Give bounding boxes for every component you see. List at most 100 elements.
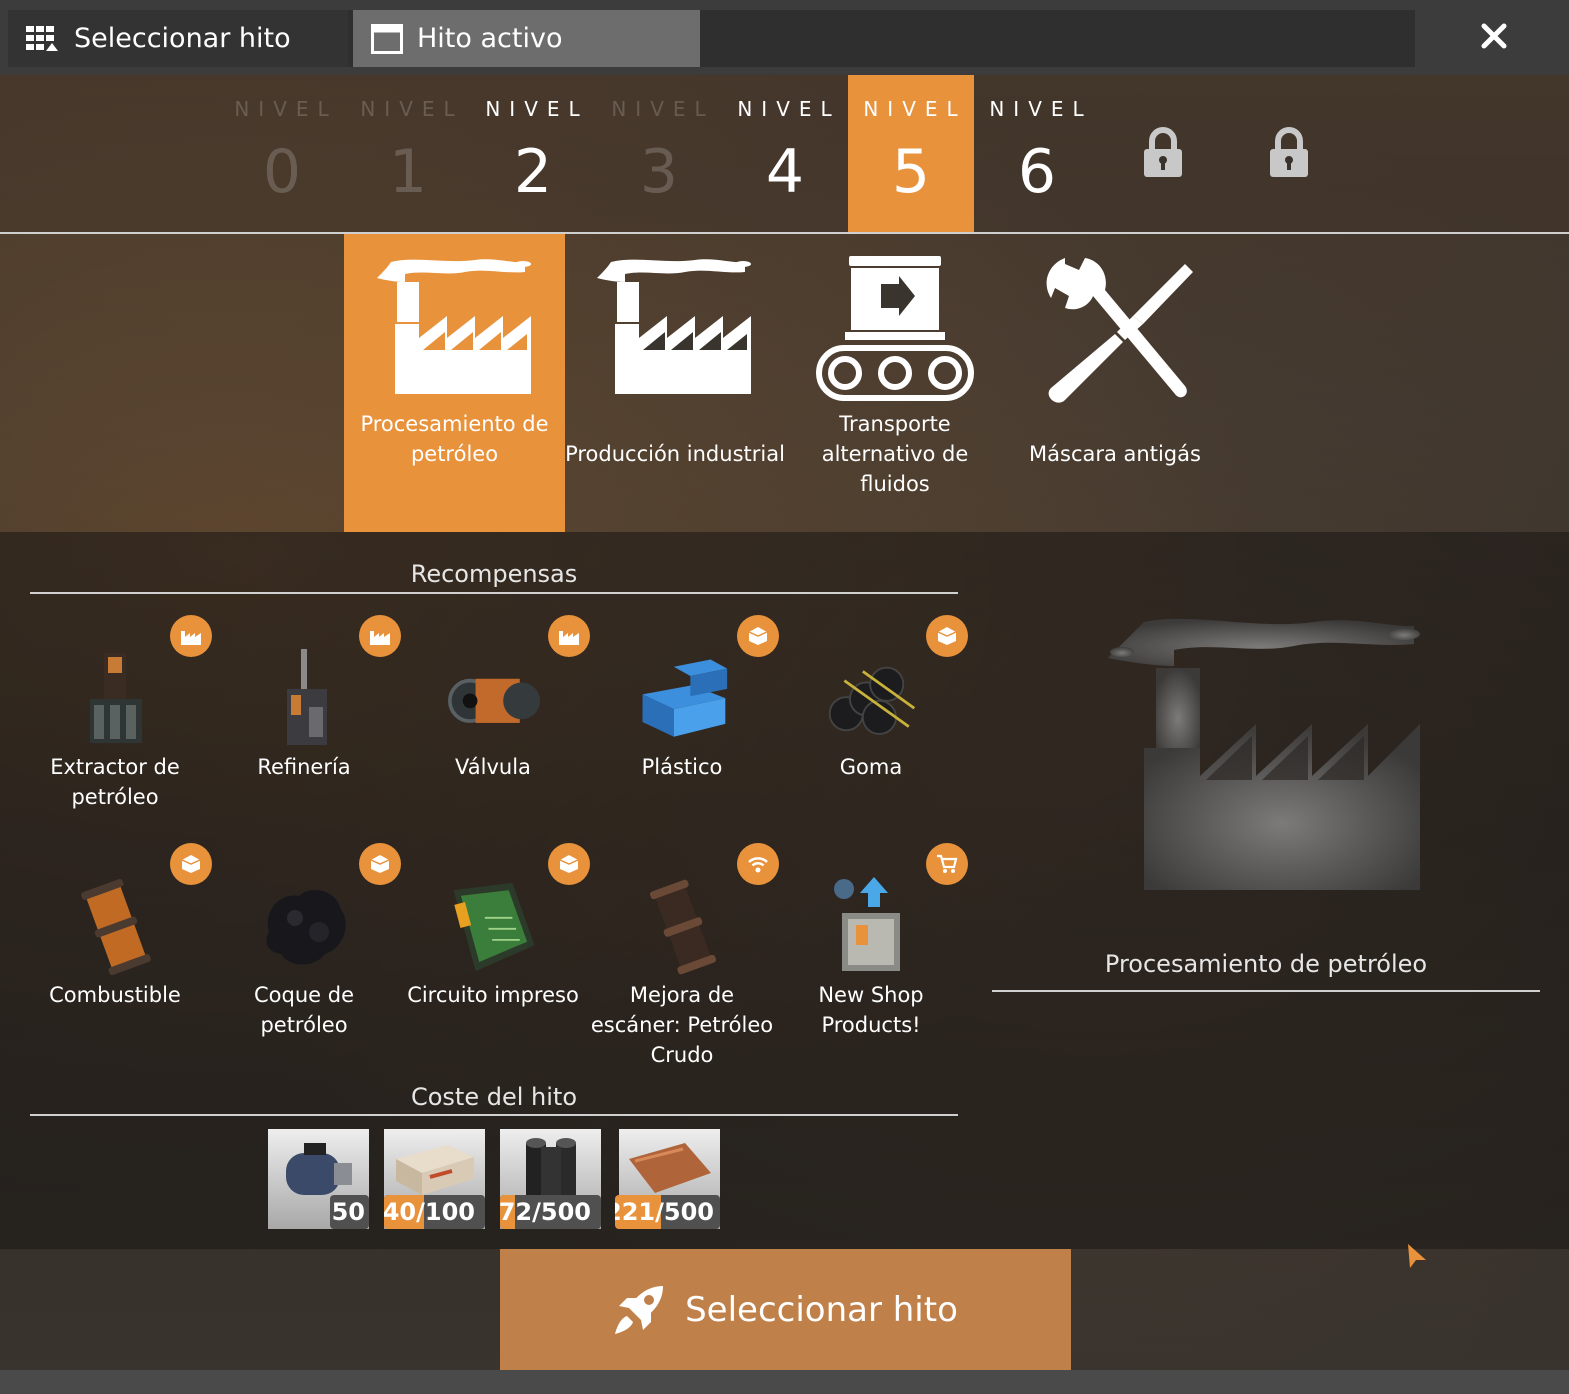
factory-icon [597, 259, 751, 394]
preview-divider [992, 990, 1540, 992]
reward-new-shop-products[interactable]: New Shop Products! [778, 843, 968, 1046]
level-label: NIVEL [360, 97, 464, 121]
bottom-strip [0, 1370, 1569, 1394]
reward-valve[interactable]: Válvula [400, 615, 590, 788]
preview-title: Procesamiento de petróleo [1104, 950, 1428, 978]
reward-rubber[interactable]: Goma [778, 615, 968, 788]
reward-name: Goma [839, 755, 903, 779]
cost-divider [30, 1114, 958, 1116]
tab-label: Hito activo [417, 23, 563, 54]
tools-icon [1046, 258, 1193, 403]
cost-progress: 50 [330, 1195, 369, 1229]
building-icon [359, 615, 401, 657]
level-label: NIVEL [863, 97, 967, 121]
factory-icon [376, 259, 531, 394]
lock-icon [1144, 127, 1182, 177]
cost-title: Coste del hito [410, 1083, 578, 1111]
reward-name: Mejora de escáner: Petróleo Crudo [590, 983, 774, 1067]
fuel-image [70, 876, 162, 978]
item-icon [926, 615, 968, 657]
cost-amount: 72/500 [500, 1198, 591, 1226]
level-4[interactable]: NIVEL 4 [722, 75, 848, 232]
tab-active-milestone[interactable]: Hito activo [353, 10, 700, 67]
level-number: 0 [262, 137, 302, 207]
level-label: NIVEL [989, 97, 1093, 121]
wifi-icon [737, 843, 779, 885]
cost-item-steel-pipe[interactable]: 72/500 [500, 1129, 601, 1229]
lock-icon [1270, 127, 1308, 177]
item-icon [359, 843, 401, 885]
select-milestone-button[interactable]: Seleccionar hito [500, 1249, 1071, 1370]
reward-name: Coque de petróleo [254, 983, 354, 1037]
level-number: 5 [891, 137, 931, 207]
level-0: NIVEL 0 [219, 75, 345, 232]
milestone-alt-fluid-transport[interactable]: Transporte alternativo de fluidos [785, 234, 1005, 532]
level-label: NIVEL [737, 97, 841, 121]
item-icon [737, 615, 779, 657]
valve-image [448, 648, 540, 750]
reward-oil-extractor[interactable]: Extractor de petróleo [22, 615, 212, 818]
cost-progress: 40/100 [384, 1195, 485, 1229]
rewards-divider [30, 592, 958, 594]
cost-progress: 221/500 [615, 1195, 720, 1229]
circuit-board-image [448, 876, 540, 978]
building-icon [170, 615, 212, 657]
cart-icon [926, 843, 968, 885]
grid-icon [26, 25, 58, 51]
milestone-oil-processing[interactable]: Procesamiento de petróleo [344, 234, 565, 532]
petroleum-coke-image [259, 876, 351, 978]
level-number: 2 [513, 137, 553, 207]
milestone-label: Máscara antigás [1029, 442, 1201, 466]
milestone-label: Transporte alternativo de fluidos [821, 412, 969, 496]
level-5[interactable]: NIVEL 5 [848, 75, 974, 232]
reward-name: Refinería [257, 755, 351, 779]
item-icon [548, 843, 590, 885]
factory-icon [1108, 618, 1420, 890]
milestone-industrial-production[interactable]: Producción industrial [565, 234, 785, 532]
reward-plastic[interactable]: Plástico [589, 615, 779, 788]
cost-item-encased-beam[interactable]: 40/100 [384, 1129, 485, 1229]
tab-label: Seleccionar hito [74, 23, 291, 54]
reward-scanner-upgrade[interactable]: Mejora de escáner: Petróleo Crudo [589, 843, 779, 1076]
conveyor-icon [816, 256, 974, 401]
scanner-upgrade-image [637, 876, 729, 978]
reward-name: Plástico [641, 755, 723, 779]
refinery-image [259, 648, 351, 750]
cost-progress: 72/500 [500, 1195, 601, 1229]
cost-amount: 40/100 [384, 1198, 475, 1226]
cost-item-copper-sheet[interactable]: 221/500 [615, 1129, 720, 1229]
level-2[interactable]: NIVEL 2 [470, 75, 596, 232]
milestone-label: Procesamiento de petróleo [360, 412, 549, 466]
rubber-image [826, 648, 918, 750]
reward-name: Extractor de petróleo [50, 755, 180, 809]
item-icon [170, 843, 212, 885]
milestone-gas-mask[interactable]: Máscara antigás [1005, 234, 1225, 532]
select-button-label: Seleccionar hito [685, 1289, 958, 1330]
level-label: NIVEL [611, 97, 715, 121]
level-label: NIVEL [485, 97, 589, 121]
level-number: 1 [388, 137, 428, 207]
cost-item-motor[interactable]: 50 [268, 1129, 369, 1229]
level-1: NIVEL 1 [345, 75, 471, 232]
reward-name: Combustible [49, 983, 181, 1007]
reward-circuit-board[interactable]: Circuito impreso [400, 843, 590, 1016]
plastic-image [637, 648, 729, 750]
level-label: NIVEL [234, 97, 338, 121]
milestone-label: Producción industrial [565, 442, 785, 466]
close-icon[interactable] [1474, 16, 1514, 56]
cost-amount: 50 [331, 1198, 365, 1226]
level-selector: NIVEL 0 NIVEL 1 NIVEL 2 NIVEL 3 NIVEL 4 … [0, 75, 1569, 232]
level-number: 6 [1017, 137, 1057, 207]
cursor-icon [1408, 1244, 1426, 1268]
reward-refinery[interactable]: Refinería [211, 615, 401, 788]
reward-name: Válvula [455, 755, 531, 779]
window-icon [371, 23, 403, 54]
shop-products-image [826, 876, 918, 978]
reward-fuel[interactable]: Combustible [22, 843, 212, 1016]
level-number: 3 [639, 137, 679, 207]
reward-petroleum-coke[interactable]: Coque de petróleo [211, 843, 401, 1046]
rocket-icon [615, 1285, 664, 1334]
level-number: 4 [765, 137, 805, 207]
tab-select-milestone[interactable]: Seleccionar hito [8, 10, 348, 67]
level-6[interactable]: NIVEL 6 [974, 75, 1100, 232]
